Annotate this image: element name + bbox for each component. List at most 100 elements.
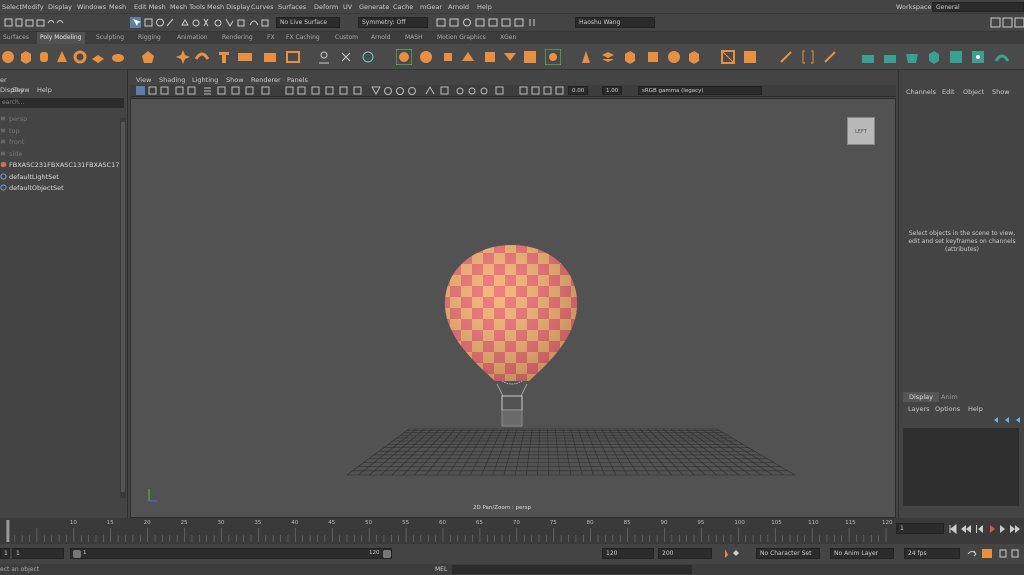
tab-motion-graphics[interactable]: Motion Graphics: [434, 32, 489, 44]
tab-anim-layers[interactable]: Anim: [941, 392, 958, 402]
menu-select[interactable]: Select: [2, 3, 22, 11]
playback-start-field[interactable]: 1: [12, 548, 64, 559]
cb-menu-object[interactable]: Object: [963, 88, 984, 96]
tab-poly-modeling[interactable]: Poly Modeling: [37, 32, 85, 44]
balloon-basket[interactable]: [496, 377, 528, 427]
poly-cube-icon[interactable]: [18, 49, 34, 65]
layers-menu-layers[interactable]: Layers: [908, 405, 930, 413]
menu-mesh-tools[interactable]: Mesh Tools: [170, 3, 205, 11]
super-shape-icon[interactable]: [175, 49, 191, 65]
panel-toggle-icons[interactable]: [990, 17, 1024, 28]
measure-icon[interactable]: [822, 49, 838, 65]
poly-cylinder-icon[interactable]: [36, 49, 52, 65]
automatic-map-icon[interactable]: [686, 49, 702, 65]
outliner-scroll-thumb[interactable]: [121, 122, 125, 492]
playback-options-icons[interactable]: [966, 548, 1024, 559]
poly-plane-icon[interactable]: [90, 49, 106, 65]
outliner-item[interactable]: front: [0, 137, 120, 147]
poly-cone-icon[interactable]: [54, 49, 70, 65]
menu-curves[interactable]: Curves: [251, 3, 274, 11]
target-weld-icon[interactable]: [545, 49, 561, 65]
playback-controls-icon[interactable]: [948, 524, 1024, 534]
layer-arrow-icons[interactable]: [991, 416, 1023, 424]
menu-surfaces[interactable]: Surfaces: [278, 3, 306, 11]
menu-mgear[interactable]: mGear: [420, 3, 442, 11]
vp-menu-renderer[interactable]: Renderer: [251, 76, 281, 84]
sculpt-tool-icon[interactable]: [578, 49, 594, 65]
color-space-dropdown[interactable]: sRGB gamma (legacy): [638, 86, 762, 95]
svg-tool-icon[interactable]: [237, 49, 253, 65]
append-icon[interactable]: [460, 49, 476, 65]
merge-icon[interactable]: [502, 49, 518, 65]
tab-sculpting[interactable]: Sculpting: [93, 32, 127, 44]
workspace-dropdown[interactable]: General: [932, 2, 1024, 12]
outliner-item[interactable]: side: [0, 149, 120, 159]
menu-arnold[interactable]: Arnold: [448, 3, 469, 11]
menu-modify[interactable]: Modify: [22, 3, 44, 11]
file-tools-icon[interactable]: [4, 17, 64, 28]
far-clip-field[interactable]: 1.00: [602, 86, 622, 95]
render-tools-icons[interactable]: [436, 17, 546, 28]
outliner-item[interactable]: persp: [0, 114, 120, 124]
tab-custom[interactable]: Custom: [332, 32, 361, 44]
live-surface-field[interactable]: No Live Surface: [276, 17, 340, 28]
vp-menu-panels[interactable]: Panels: [287, 76, 308, 84]
mash-random-icon[interactable]: [970, 49, 986, 65]
mel-command-input[interactable]: [452, 565, 692, 574]
multi-cut-icon[interactable]: [522, 49, 538, 65]
poly-sphere-icon[interactable]: [0, 49, 16, 65]
3d-viewport[interactable]: LEFT 2D Pan/Zoom : persp: [130, 98, 896, 518]
range-slider[interactable]: 1 120: [70, 548, 392, 559]
menu-help[interactable]: Help: [477, 3, 492, 11]
user-account-dropdown[interactable]: Haoshu Wang: [575, 17, 655, 28]
mash-distribute-icon[interactable]: [882, 49, 898, 65]
outliner-scrollbar[interactable]: [120, 118, 126, 498]
start-time-field[interactable]: 1: [0, 548, 10, 559]
cb-menu-edit[interactable]: Edit: [942, 88, 955, 96]
vp-menu-lighting[interactable]: Lighting: [192, 76, 218, 84]
near-clip-field[interactable]: 0.00: [568, 86, 588, 95]
type-tool-icon[interactable]: [216, 49, 232, 65]
mash-network-icon[interactable]: [860, 49, 876, 65]
bracket-icon[interactable]: [800, 49, 816, 65]
tab-mash[interactable]: MASH: [402, 32, 426, 44]
playback-end-field[interactable]: 120: [602, 548, 654, 559]
symmetry-dropdown[interactable]: Symmetry: Off: [358, 17, 428, 28]
tab-fx-caching[interactable]: FX Caching: [283, 32, 323, 44]
cylindrical-map-icon[interactable]: [645, 49, 661, 65]
poly-disc-icon[interactable]: [110, 49, 126, 65]
mash-repro-icon[interactable]: [904, 49, 920, 65]
menu-edit-mesh[interactable]: Edit Mesh: [134, 3, 166, 11]
viewport-toolbar-icons[interactable]: [136, 86, 566, 96]
mash-curve-icon[interactable]: [994, 49, 1010, 65]
cb-menu-channels[interactable]: Channels: [906, 88, 936, 96]
hot-air-balloon[interactable]: [444, 245, 578, 381]
planar-map-icon[interactable]: [622, 49, 638, 65]
uv-editor-icon[interactable]: [600, 49, 616, 65]
current-time-indicator[interactable]: [6, 520, 10, 542]
spherical-map-icon[interactable]: [666, 49, 682, 65]
animation-end-field[interactable]: 200: [658, 548, 712, 559]
tab-animation[interactable]: Animation: [174, 32, 211, 44]
tab-fx[interactable]: FX: [264, 32, 278, 44]
mash-world-icon[interactable]: [948, 49, 964, 65]
outliner-item[interactable]: defaultObjectSet: [0, 183, 120, 193]
range-slider-handle-end[interactable]: [383, 550, 391, 558]
outliner-search-input[interactable]: earch...: [0, 98, 124, 108]
menu-mesh-display[interactable]: Mesh Display: [207, 3, 250, 11]
layers-menu-help[interactable]: Help: [968, 405, 983, 413]
outliner-menu-help[interactable]: Help: [37, 86, 52, 94]
selection-mode-icons[interactable]: [130, 17, 175, 28]
reduce-icon[interactable]: [338, 49, 354, 65]
current-frame-field[interactable]: 1: [896, 523, 944, 534]
outliner-item[interactable]: top: [0, 126, 120, 136]
mash-dynamics-icon[interactable]: [926, 49, 942, 65]
scene-canvas[interactable]: [131, 99, 896, 518]
platonic-solid-icon[interactable]: [140, 49, 156, 65]
tab-rendering[interactable]: Rendering: [219, 32, 256, 44]
auto-key-icon[interactable]: [722, 548, 752, 559]
cb-menu-show[interactable]: Show: [992, 88, 1010, 96]
menu-cache[interactable]: Cache: [393, 3, 413, 11]
menu-deform[interactable]: Deform: [314, 3, 338, 11]
outliner-item[interactable]: defaultLightSet: [0, 172, 120, 182]
